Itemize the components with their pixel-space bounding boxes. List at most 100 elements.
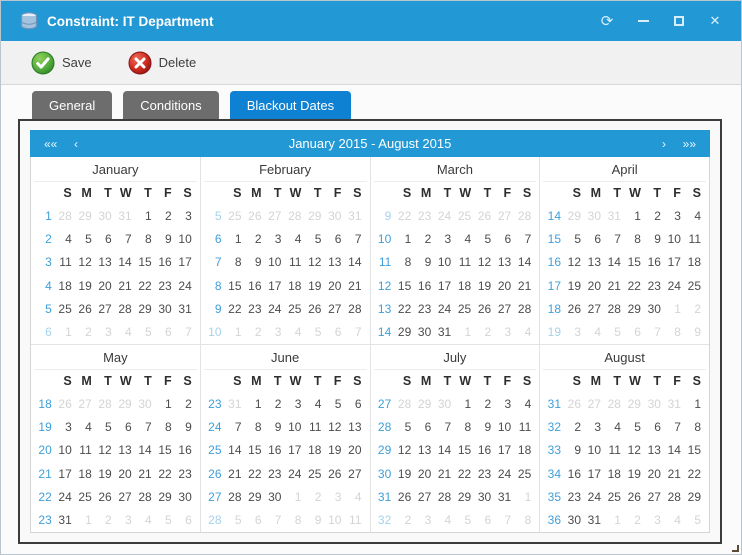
date-cell[interactable]: 28 xyxy=(436,486,456,509)
date-cell[interactable]: 7 xyxy=(117,228,137,251)
date-cell[interactable]: 23 xyxy=(416,298,436,321)
date-cell[interactable]: 3 xyxy=(646,509,666,532)
date-cell[interactable]: 4 xyxy=(117,321,137,344)
date-cell[interactable]: 17 xyxy=(57,463,77,486)
date-cell[interactable]: 26 xyxy=(306,298,326,321)
date-cell[interactable]: 10 xyxy=(177,228,197,251)
date-cell[interactable]: 31 xyxy=(586,509,606,532)
tab-general[interactable]: General xyxy=(32,91,112,119)
date-cell[interactable]: 5 xyxy=(157,509,177,532)
date-cell[interactable]: 6 xyxy=(157,321,177,344)
date-cell[interactable]: 3 xyxy=(97,321,117,344)
date-cell[interactable]: 4 xyxy=(456,228,476,251)
date-cell[interactable]: 31 xyxy=(666,393,686,416)
date-cell[interactable]: 31 xyxy=(496,486,516,509)
date-cell[interactable]: 8 xyxy=(686,416,706,439)
date-cell[interactable]: 29 xyxy=(137,298,157,321)
date-cell[interactable]: 31 xyxy=(227,393,247,416)
date-cell[interactable]: 5 xyxy=(606,321,626,344)
minimize-button[interactable] xyxy=(625,6,661,36)
date-cell[interactable]: 30 xyxy=(646,393,666,416)
calendar-last-page-icon[interactable]: »» xyxy=(679,130,700,157)
date-cell[interactable]: 20 xyxy=(586,275,606,298)
date-cell[interactable]: 9 xyxy=(177,416,197,439)
date-cell[interactable]: 5 xyxy=(686,509,706,532)
date-cell[interactable]: 30 xyxy=(267,486,287,509)
date-cell[interactable]: 29 xyxy=(117,393,137,416)
date-cell[interactable]: 29 xyxy=(686,486,706,509)
date-cell[interactable]: 27 xyxy=(586,298,606,321)
date-cell[interactable]: 15 xyxy=(456,439,476,462)
date-cell[interactable]: 29 xyxy=(306,205,326,228)
date-cell[interactable]: 29 xyxy=(396,321,416,344)
date-cell[interactable]: 15 xyxy=(686,439,706,462)
date-cell[interactable]: 7 xyxy=(646,321,666,344)
date-cell[interactable]: 28 xyxy=(606,298,626,321)
date-cell[interactable]: 14 xyxy=(516,251,536,274)
date-cell[interactable]: 9 xyxy=(267,416,287,439)
date-cell[interactable]: 17 xyxy=(177,251,197,274)
date-cell[interactable]: 17 xyxy=(496,439,516,462)
date-cell[interactable]: 1 xyxy=(606,509,626,532)
date-cell[interactable]: 3 xyxy=(496,321,516,344)
date-cell[interactable]: 22 xyxy=(456,463,476,486)
date-cell[interactable]: 29 xyxy=(456,486,476,509)
date-cell[interactable]: 16 xyxy=(566,463,586,486)
maximize-button[interactable] xyxy=(661,6,697,36)
date-cell[interactable]: 5 xyxy=(476,228,496,251)
date-cell[interactable]: 2 xyxy=(476,321,496,344)
date-cell[interactable]: 21 xyxy=(117,275,137,298)
date-cell[interactable]: 28 xyxy=(606,393,626,416)
date-cell[interactable]: 2 xyxy=(396,509,416,532)
date-cell[interactable]: 5 xyxy=(97,416,117,439)
date-cell[interactable]: 16 xyxy=(476,439,496,462)
date-cell[interactable]: 25 xyxy=(77,486,97,509)
date-cell[interactable]: 6 xyxy=(416,416,436,439)
date-cell[interactable]: 14 xyxy=(227,439,247,462)
date-cell[interactable]: 2 xyxy=(97,509,117,532)
date-cell[interactable]: 27 xyxy=(77,393,97,416)
date-cell[interactable]: 28 xyxy=(137,486,157,509)
date-cell[interactable]: 4 xyxy=(516,321,536,344)
date-cell[interactable]: 6 xyxy=(496,228,516,251)
date-cell[interactable]: 1 xyxy=(626,205,646,228)
date-cell[interactable]: 8 xyxy=(157,416,177,439)
date-cell[interactable]: 2 xyxy=(686,298,706,321)
date-cell[interactable]: 1 xyxy=(227,228,247,251)
date-cell[interactable]: 21 xyxy=(227,463,247,486)
date-cell[interactable]: 2 xyxy=(247,228,267,251)
date-cell[interactable]: 30 xyxy=(137,393,157,416)
date-cell[interactable]: 7 xyxy=(346,228,366,251)
date-cell[interactable]: 4 xyxy=(137,509,157,532)
date-cell[interactable]: 30 xyxy=(97,205,117,228)
date-cell[interactable]: 30 xyxy=(157,298,177,321)
date-cell[interactable]: 19 xyxy=(626,463,646,486)
date-cell[interactable]: 18 xyxy=(606,463,626,486)
date-cell[interactable]: 24 xyxy=(57,486,77,509)
date-cell[interactable]: 2 xyxy=(267,393,287,416)
date-cell[interactable]: 31 xyxy=(436,321,456,344)
date-cell[interactable]: 31 xyxy=(177,298,197,321)
date-cell[interactable]: 24 xyxy=(286,463,306,486)
date-cell[interactable]: 8 xyxy=(516,509,536,532)
date-cell[interactable]: 1 xyxy=(227,321,247,344)
date-cell[interactable]: 2 xyxy=(566,416,586,439)
date-cell[interactable]: 1 xyxy=(137,205,157,228)
date-cell[interactable]: 9 xyxy=(247,251,267,274)
date-cell[interactable]: 13 xyxy=(97,251,117,274)
date-cell[interactable]: 11 xyxy=(606,439,626,462)
date-cell[interactable]: 13 xyxy=(496,251,516,274)
delete-button[interactable]: Delete xyxy=(128,51,197,75)
date-cell[interactable]: 17 xyxy=(436,275,456,298)
date-cell[interactable]: 25 xyxy=(686,275,706,298)
date-cell[interactable]: 20 xyxy=(646,463,666,486)
date-cell[interactable]: 21 xyxy=(606,275,626,298)
date-cell[interactable]: 20 xyxy=(97,275,117,298)
date-cell[interactable]: 14 xyxy=(117,251,137,274)
date-cell[interactable]: 5 xyxy=(77,228,97,251)
date-cell[interactable]: 7 xyxy=(177,321,197,344)
date-cell[interactable]: 22 xyxy=(157,463,177,486)
tab-blackout-dates[interactable]: Blackout Dates xyxy=(230,91,351,119)
date-cell[interactable]: 5 xyxy=(326,393,346,416)
date-cell[interactable]: 3 xyxy=(267,321,287,344)
